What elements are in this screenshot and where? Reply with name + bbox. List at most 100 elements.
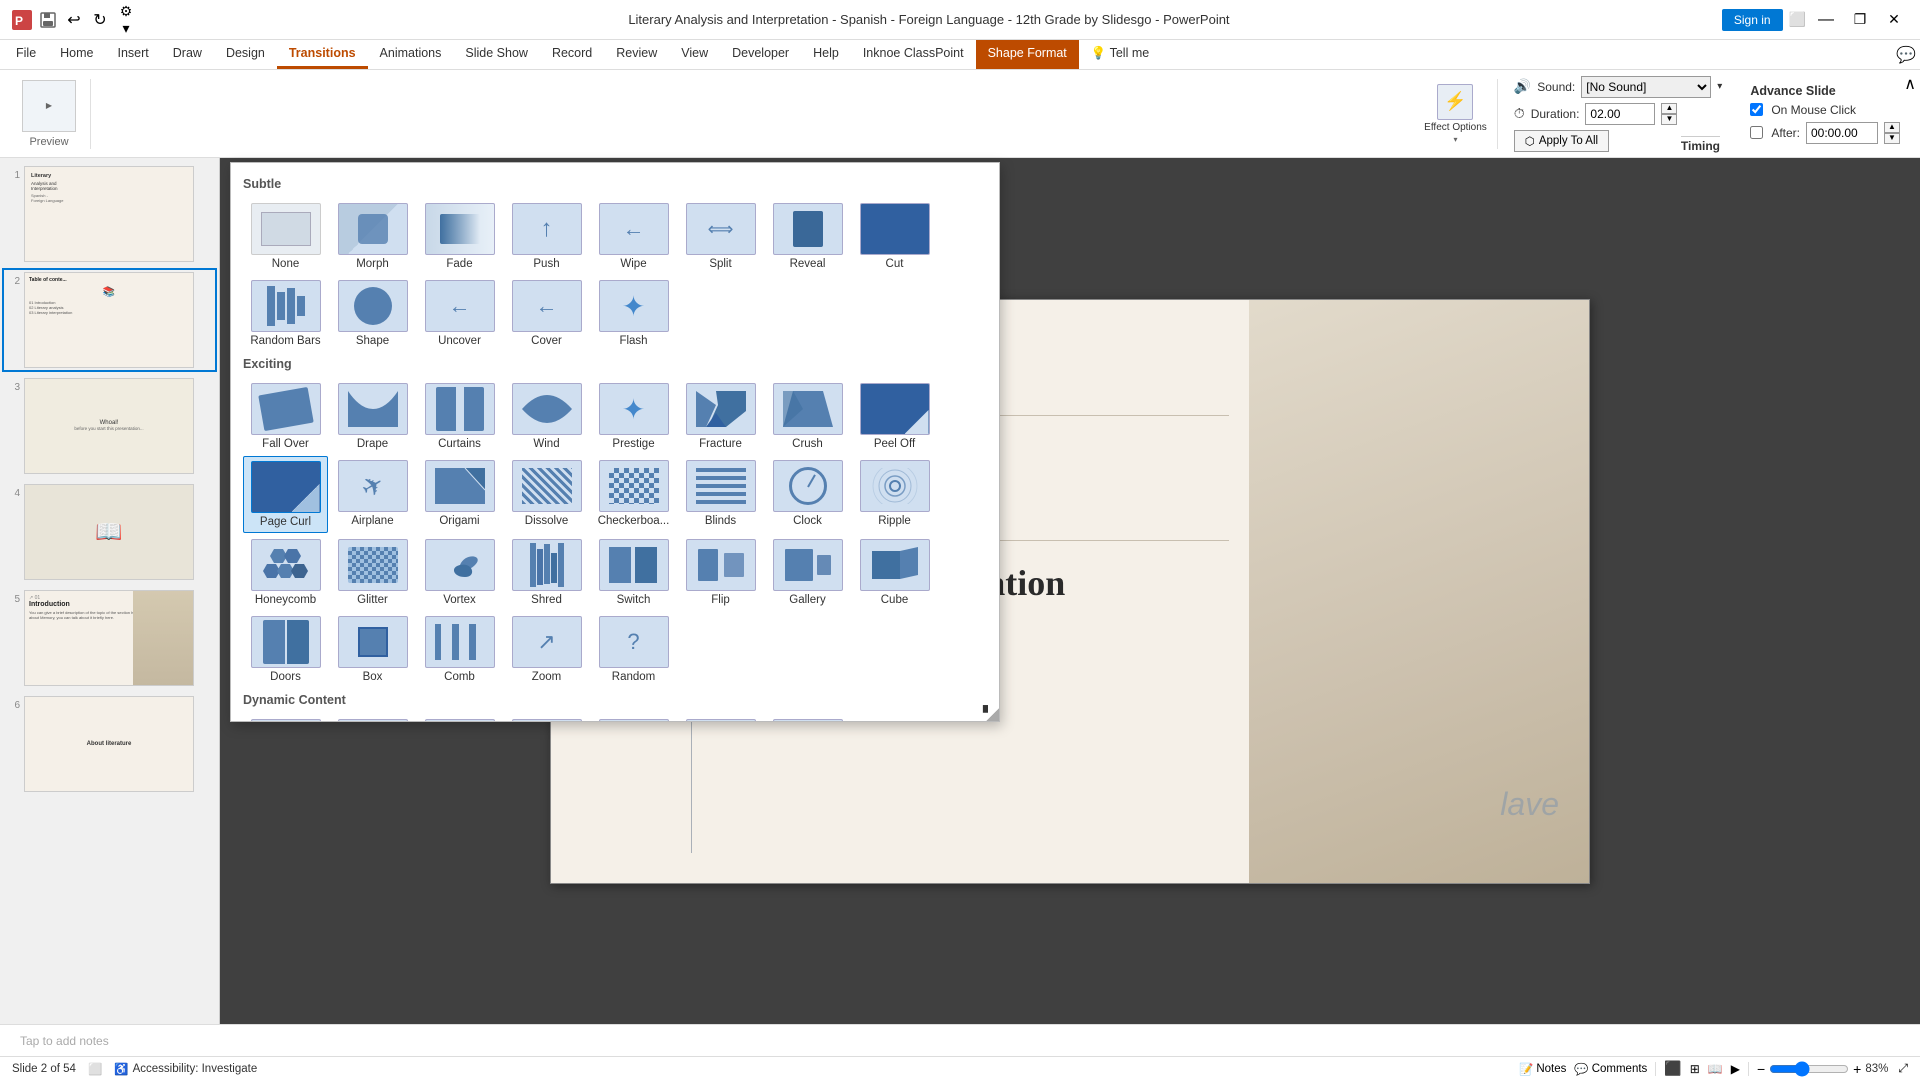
- effect-options-button[interactable]: ⚡ Effect Options ▾: [1424, 84, 1487, 144]
- transition-fade[interactable]: Fade: [417, 199, 502, 274]
- close-button[interactable]: ✕: [1880, 6, 1908, 34]
- reading-view-button[interactable]: 📖: [1708, 1062, 1723, 1076]
- transition-cube[interactable]: Cube: [852, 535, 937, 610]
- transition-honeycomb[interactable]: Honeycomb: [243, 535, 328, 610]
- transition-dissolve[interactable]: Dissolve: [504, 456, 589, 533]
- tab-animations[interactable]: Animations: [368, 40, 454, 69]
- transition-none[interactable]: None: [243, 199, 328, 274]
- tab-review[interactable]: Review: [604, 40, 669, 69]
- transition-random[interactable]: ? Random: [591, 612, 676, 687]
- transition-origami[interactable]: Origami: [417, 456, 502, 533]
- transition-crush[interactable]: Crush: [765, 379, 850, 454]
- fit-slide-button[interactable]: ⤢: [1898, 1061, 1908, 1076]
- tab-design[interactable]: Design: [214, 40, 277, 69]
- quick-access-button[interactable]: ⚙ ▾: [116, 10, 136, 30]
- zoom-out-button[interactable]: −: [1757, 1061, 1765, 1077]
- sound-select[interactable]: [No Sound]: [1581, 76, 1711, 98]
- tab-slideshow[interactable]: Slide Show: [453, 40, 540, 69]
- save-button[interactable]: [38, 10, 58, 30]
- transition-clock[interactable]: Clock: [765, 456, 850, 533]
- slide-item-1[interactable]: 1 Literary Analysis and Interpretation S…: [4, 164, 215, 264]
- signin-button[interactable]: Sign in: [1722, 9, 1783, 31]
- preview-thumbnail[interactable]: ▶: [22, 80, 76, 132]
- transition-fracture[interactable]: Fracture: [678, 379, 763, 454]
- notes-button[interactable]: 📝 Notes: [1519, 1062, 1566, 1076]
- transition-wipe[interactable]: ← Wipe: [591, 199, 676, 274]
- apply-all-button[interactable]: ⬡ Apply To All: [1514, 130, 1609, 152]
- transition-split[interactable]: ⟺ Split: [678, 199, 763, 274]
- collapse-button[interactable]: ∧: [1904, 74, 1916, 94]
- duration-input[interactable]: [1585, 103, 1655, 125]
- transition-gallery[interactable]: Gallery: [765, 535, 850, 610]
- transition-fly-through[interactable]: Fly Through: [765, 715, 850, 722]
- transition-flash[interactable]: ✦ Flash: [591, 276, 676, 351]
- transition-reveal[interactable]: Reveal: [765, 199, 850, 274]
- transition-cover[interactable]: ← Cover: [504, 276, 589, 351]
- transition-shape[interactable]: Shape: [330, 276, 415, 351]
- slideshow-button[interactable]: ▶: [1731, 1062, 1740, 1076]
- transition-zoom[interactable]: ↗ Zoom: [504, 612, 589, 687]
- accessibility-info[interactable]: ♿ Accessibility: Investigate: [114, 1062, 257, 1076]
- tab-shapeformat[interactable]: Shape Format: [976, 40, 1079, 69]
- slide-sorter-button[interactable]: ⊞: [1690, 1062, 1700, 1076]
- after-checkbox[interactable]: [1750, 126, 1763, 139]
- transition-comb[interactable]: Comb: [417, 612, 502, 687]
- tab-record[interactable]: Record: [540, 40, 604, 69]
- comments-button[interactable]: 💬 Comments: [1574, 1062, 1647, 1076]
- transition-rotate[interactable]: Rotate: [504, 715, 589, 722]
- after-down[interactable]: ▼: [1884, 133, 1900, 144]
- tab-help[interactable]: Help: [801, 40, 851, 69]
- transition-curtains[interactable]: Curtains: [417, 379, 502, 454]
- after-up[interactable]: ▲: [1884, 122, 1900, 133]
- transition-doors[interactable]: Doors: [243, 612, 328, 687]
- zoom-in-button[interactable]: +: [1853, 1061, 1861, 1077]
- panel-resize-handle[interactable]: ▘: [983, 705, 999, 721]
- after-input[interactable]: [1806, 122, 1878, 144]
- tab-view[interactable]: View: [669, 40, 720, 69]
- slide-item-6[interactable]: 6 About literature: [4, 694, 215, 794]
- tab-transitions[interactable]: Transitions: [277, 40, 368, 69]
- transition-cut[interactable]: Cut: [852, 199, 937, 274]
- transition-vortex[interactable]: Vortex: [417, 535, 502, 610]
- tab-tellme[interactable]: 💡 Tell me: [1079, 40, 1161, 69]
- sound-dropdown[interactable]: ▾: [1717, 81, 1722, 92]
- slide-item-4[interactable]: 4 📖: [4, 482, 215, 582]
- transition-prestige[interactable]: ✦ Prestige: [591, 379, 676, 454]
- duration-down[interactable]: ▼: [1661, 114, 1677, 125]
- on-mouse-click-checkbox[interactable]: [1750, 103, 1763, 116]
- normal-view-button[interactable]: ⬛: [1664, 1060, 1681, 1077]
- transition-random-bars[interactable]: Random Bars: [243, 276, 328, 351]
- transition-ferris-wheel[interactable]: Ferris Wheel: [330, 715, 415, 722]
- transition-uncover[interactable]: ← Uncover: [417, 276, 502, 351]
- restore-button[interactable]: ❐: [1846, 6, 1874, 34]
- transition-drape[interactable]: Drape: [330, 379, 415, 454]
- slide-item-5[interactable]: 5 ↗ 01 Introduction You can give a brief…: [4, 588, 215, 688]
- transition-orbit[interactable]: Orbit: [678, 715, 763, 722]
- transition-ripple[interactable]: Ripple: [852, 456, 937, 533]
- transition-conveyor[interactable]: Conveyor: [417, 715, 502, 722]
- zoom-slider[interactable]: [1769, 1061, 1849, 1077]
- transition-checkerboard[interactable]: Checkerboa...: [591, 456, 676, 533]
- notes-bar[interactable]: Tap to add notes: [0, 1024, 1920, 1056]
- tab-inknoe[interactable]: Inknoe ClassPoint: [851, 40, 976, 69]
- transition-blinds[interactable]: Blinds: [678, 456, 763, 533]
- transition-box[interactable]: Box: [330, 612, 415, 687]
- tab-home[interactable]: Home: [48, 40, 105, 69]
- redo-button[interactable]: ↻: [90, 10, 110, 30]
- transition-push[interactable]: ↑ Push: [504, 199, 589, 274]
- transition-flip[interactable]: Flip: [678, 535, 763, 610]
- transition-airplane[interactable]: ✈ Airplane: [330, 456, 415, 533]
- slide-item-3[interactable]: 3 Whoal!before you start this presentati…: [4, 376, 215, 476]
- transition-shred[interactable]: Shred: [504, 535, 589, 610]
- transition-glitter[interactable]: Glitter: [330, 535, 415, 610]
- transition-page-curl[interactable]: Page Curl: [243, 456, 328, 533]
- transition-wind[interactable]: Wind: [504, 379, 589, 454]
- tab-insert[interactable]: Insert: [106, 40, 161, 69]
- undo-button[interactable]: ↩: [64, 10, 84, 30]
- duration-up[interactable]: ▲: [1661, 103, 1677, 114]
- minimize-button[interactable]: —: [1812, 6, 1840, 34]
- tab-draw[interactable]: Draw: [161, 40, 214, 69]
- transition-window[interactable]: Window: [591, 715, 676, 722]
- tab-file[interactable]: File: [4, 40, 48, 69]
- transition-pan[interactable]: ↑ Pan: [243, 715, 328, 722]
